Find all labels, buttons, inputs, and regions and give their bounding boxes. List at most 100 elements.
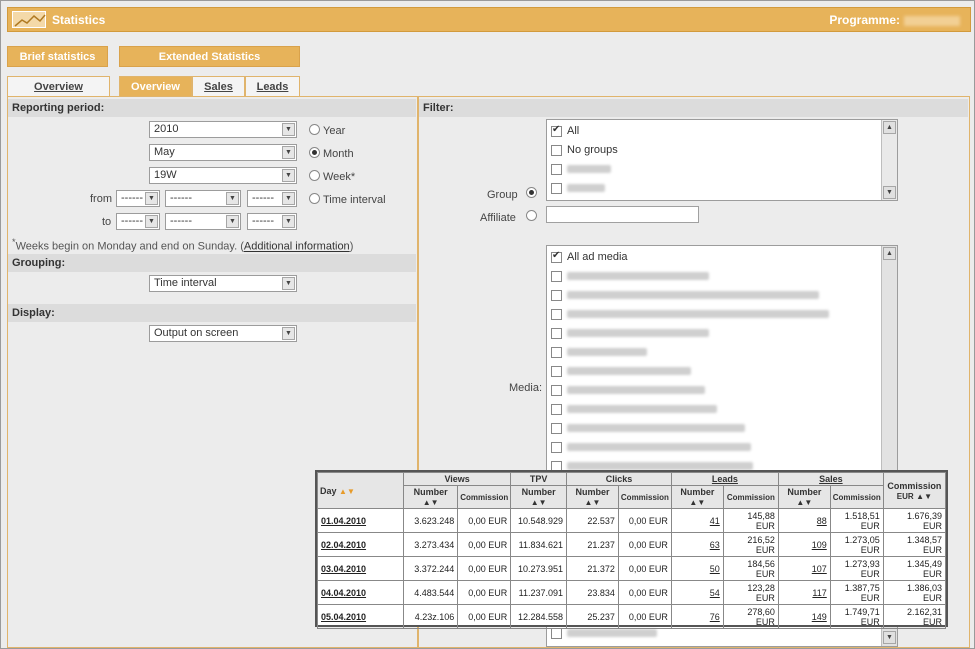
checkbox-icon[interactable] (551, 384, 562, 396)
tab-leads[interactable]: Leads (245, 76, 300, 97)
list-item[interactable] (551, 403, 717, 419)
to-year-select[interactable]: ------ ▼ (247, 213, 297, 230)
checkbox-checked-icon[interactable] (551, 250, 562, 263)
display-select[interactable]: Output on screen ▼ (149, 325, 297, 342)
scroll-down-icon[interactable]: ▼ (883, 631, 896, 644)
group-listbox[interactable]: All No groups ▲ ▼ (546, 119, 898, 201)
clicks-number-header[interactable]: Number ▲▼ (566, 485, 619, 509)
sales-number-link[interactable]: 149 (777, 604, 831, 629)
leads-number-link[interactable]: 50 (670, 556, 724, 581)
checkbox-icon[interactable] (551, 308, 562, 320)
week-select[interactable]: 19W ▼ (149, 167, 297, 184)
sales-number-link[interactable]: 117 (777, 580, 831, 605)
day-link[interactable]: 02.04.2010 (317, 532, 404, 557)
leads-number-link[interactable]: 41 (670, 508, 724, 533)
checkbox-icon[interactable] (551, 327, 562, 339)
scroll-up-icon[interactable]: ▲ (883, 247, 896, 260)
tpv-number-header[interactable]: Number ▲▼ (510, 485, 568, 509)
chevron-down-icon: ▼ (226, 192, 239, 205)
list-item[interactable] (551, 627, 657, 643)
list-item[interactable] (551, 422, 745, 438)
scroll-up-icon[interactable]: ▲ (883, 121, 896, 134)
list-item[interactable] (551, 365, 691, 381)
sales-number-link[interactable]: 109 (777, 532, 831, 557)
checkbox-icon[interactable] (551, 422, 562, 434)
leads-number-header[interactable]: Number ▲▼ (670, 485, 724, 509)
checkbox-icon[interactable] (551, 441, 562, 453)
sales-number-link[interactable]: 88 (777, 508, 831, 533)
affiliate-input[interactable] (546, 206, 699, 223)
from-day-select[interactable]: ------ ▼ (116, 190, 160, 207)
checkbox-icon[interactable] (551, 182, 562, 194)
scroll-down-icon[interactable]: ▼ (883, 186, 896, 199)
views-number-header[interactable]: Number ▲▼ (402, 485, 459, 509)
sales-header[interactable]: Sales (777, 472, 884, 486)
group-radio[interactable] (526, 187, 537, 198)
checkbox-icon[interactable] (551, 365, 562, 377)
day-link[interactable]: 05.04.2010 (317, 604, 404, 629)
list-item[interactable] (551, 308, 829, 324)
from-month-select[interactable]: ------ ▼ (165, 190, 241, 207)
sort-icon[interactable]: ▲▼ (531, 498, 547, 507)
day-link[interactable]: 03.04.2010 (317, 556, 404, 581)
to-label: to (102, 216, 112, 228)
to-month-select[interactable]: ------ ▼ (165, 213, 241, 230)
month-select[interactable]: May ▼ (149, 144, 297, 161)
day-column-header[interactable]: Day ▲▼ (317, 472, 404, 509)
tab-sales[interactable]: Sales (192, 76, 245, 97)
chevron-down-icon: ▼ (282, 123, 295, 136)
time-interval-radio[interactable] (309, 193, 320, 204)
list-item[interactable] (551, 163, 611, 179)
brief-statistics-button[interactable]: Brief statistics (7, 46, 108, 67)
leads-number-link[interactable]: 54 (670, 580, 724, 605)
checkbox-icon[interactable] (551, 627, 562, 639)
year-select[interactable]: 2010 ▼ (149, 121, 297, 138)
list-item[interactable] (551, 182, 605, 198)
list-item[interactable] (551, 441, 751, 457)
sort-icon[interactable]: ▲▼ (916, 492, 932, 501)
leads-commission-cell: 145,88 EUR (722, 508, 779, 533)
display-heading: Display: (8, 304, 416, 322)
month-radio[interactable] (309, 147, 320, 158)
affiliate-radio[interactable] (526, 210, 537, 221)
from-year-select[interactable]: ------ ▼ (247, 190, 297, 207)
checkbox-icon[interactable] (551, 163, 562, 175)
list-item[interactable] (551, 270, 709, 286)
list-item[interactable]: All ad media (551, 250, 628, 267)
sales-number-link[interactable]: 107 (777, 556, 831, 581)
extended-statistics-button[interactable]: Extended Statistics (119, 46, 300, 67)
list-item[interactable] (551, 327, 709, 343)
checkbox-icon[interactable] (551, 346, 562, 358)
list-item[interactable] (551, 289, 819, 305)
commission-total-header[interactable]: Commission EUR ▲▼ (882, 472, 947, 509)
sort-icon[interactable]: ▲▼ (585, 498, 601, 507)
checkbox-icon[interactable] (551, 403, 562, 415)
additional-information-link[interactable]: Additional information (244, 241, 350, 253)
leads-number-link[interactable]: 76 (670, 604, 724, 629)
list-item[interactable] (551, 346, 647, 362)
checkbox-icon[interactable] (551, 289, 562, 301)
week-radio[interactable] (309, 170, 320, 181)
group-scrollbar[interactable]: ▲ ▼ (881, 120, 897, 200)
grouping-select[interactable]: Time interval ▼ (149, 275, 297, 292)
sort-icon[interactable]: ▲▼ (796, 498, 812, 507)
to-day-select[interactable]: ------ ▼ (116, 213, 160, 230)
tab-overview-brief[interactable]: Overview (7, 76, 110, 97)
sales-number-header[interactable]: Number ▲▼ (777, 485, 831, 509)
checkbox-checked-icon[interactable] (551, 124, 562, 137)
list-item[interactable]: No groups (551, 144, 618, 160)
tab-overview[interactable]: Overview (119, 76, 192, 97)
leads-header[interactable]: Leads (670, 472, 779, 486)
checkbox-icon[interactable] (551, 144, 562, 156)
list-item[interactable]: All (551, 124, 579, 141)
year-radio[interactable] (309, 124, 320, 135)
chevron-down-icon: ▼ (282, 146, 295, 159)
list-item[interactable] (551, 384, 705, 400)
day-link[interactable]: 01.04.2010 (317, 508, 404, 533)
sort-icon[interactable]: ▲▼ (689, 498, 705, 507)
day-link[interactable]: 04.04.2010 (317, 580, 404, 605)
checkbox-icon[interactable] (551, 270, 562, 282)
sort-icon[interactable]: ▲▼ (423, 498, 439, 507)
leads-number-link[interactable]: 63 (670, 532, 724, 557)
sort-icon[interactable]: ▲▼ (339, 487, 355, 496)
